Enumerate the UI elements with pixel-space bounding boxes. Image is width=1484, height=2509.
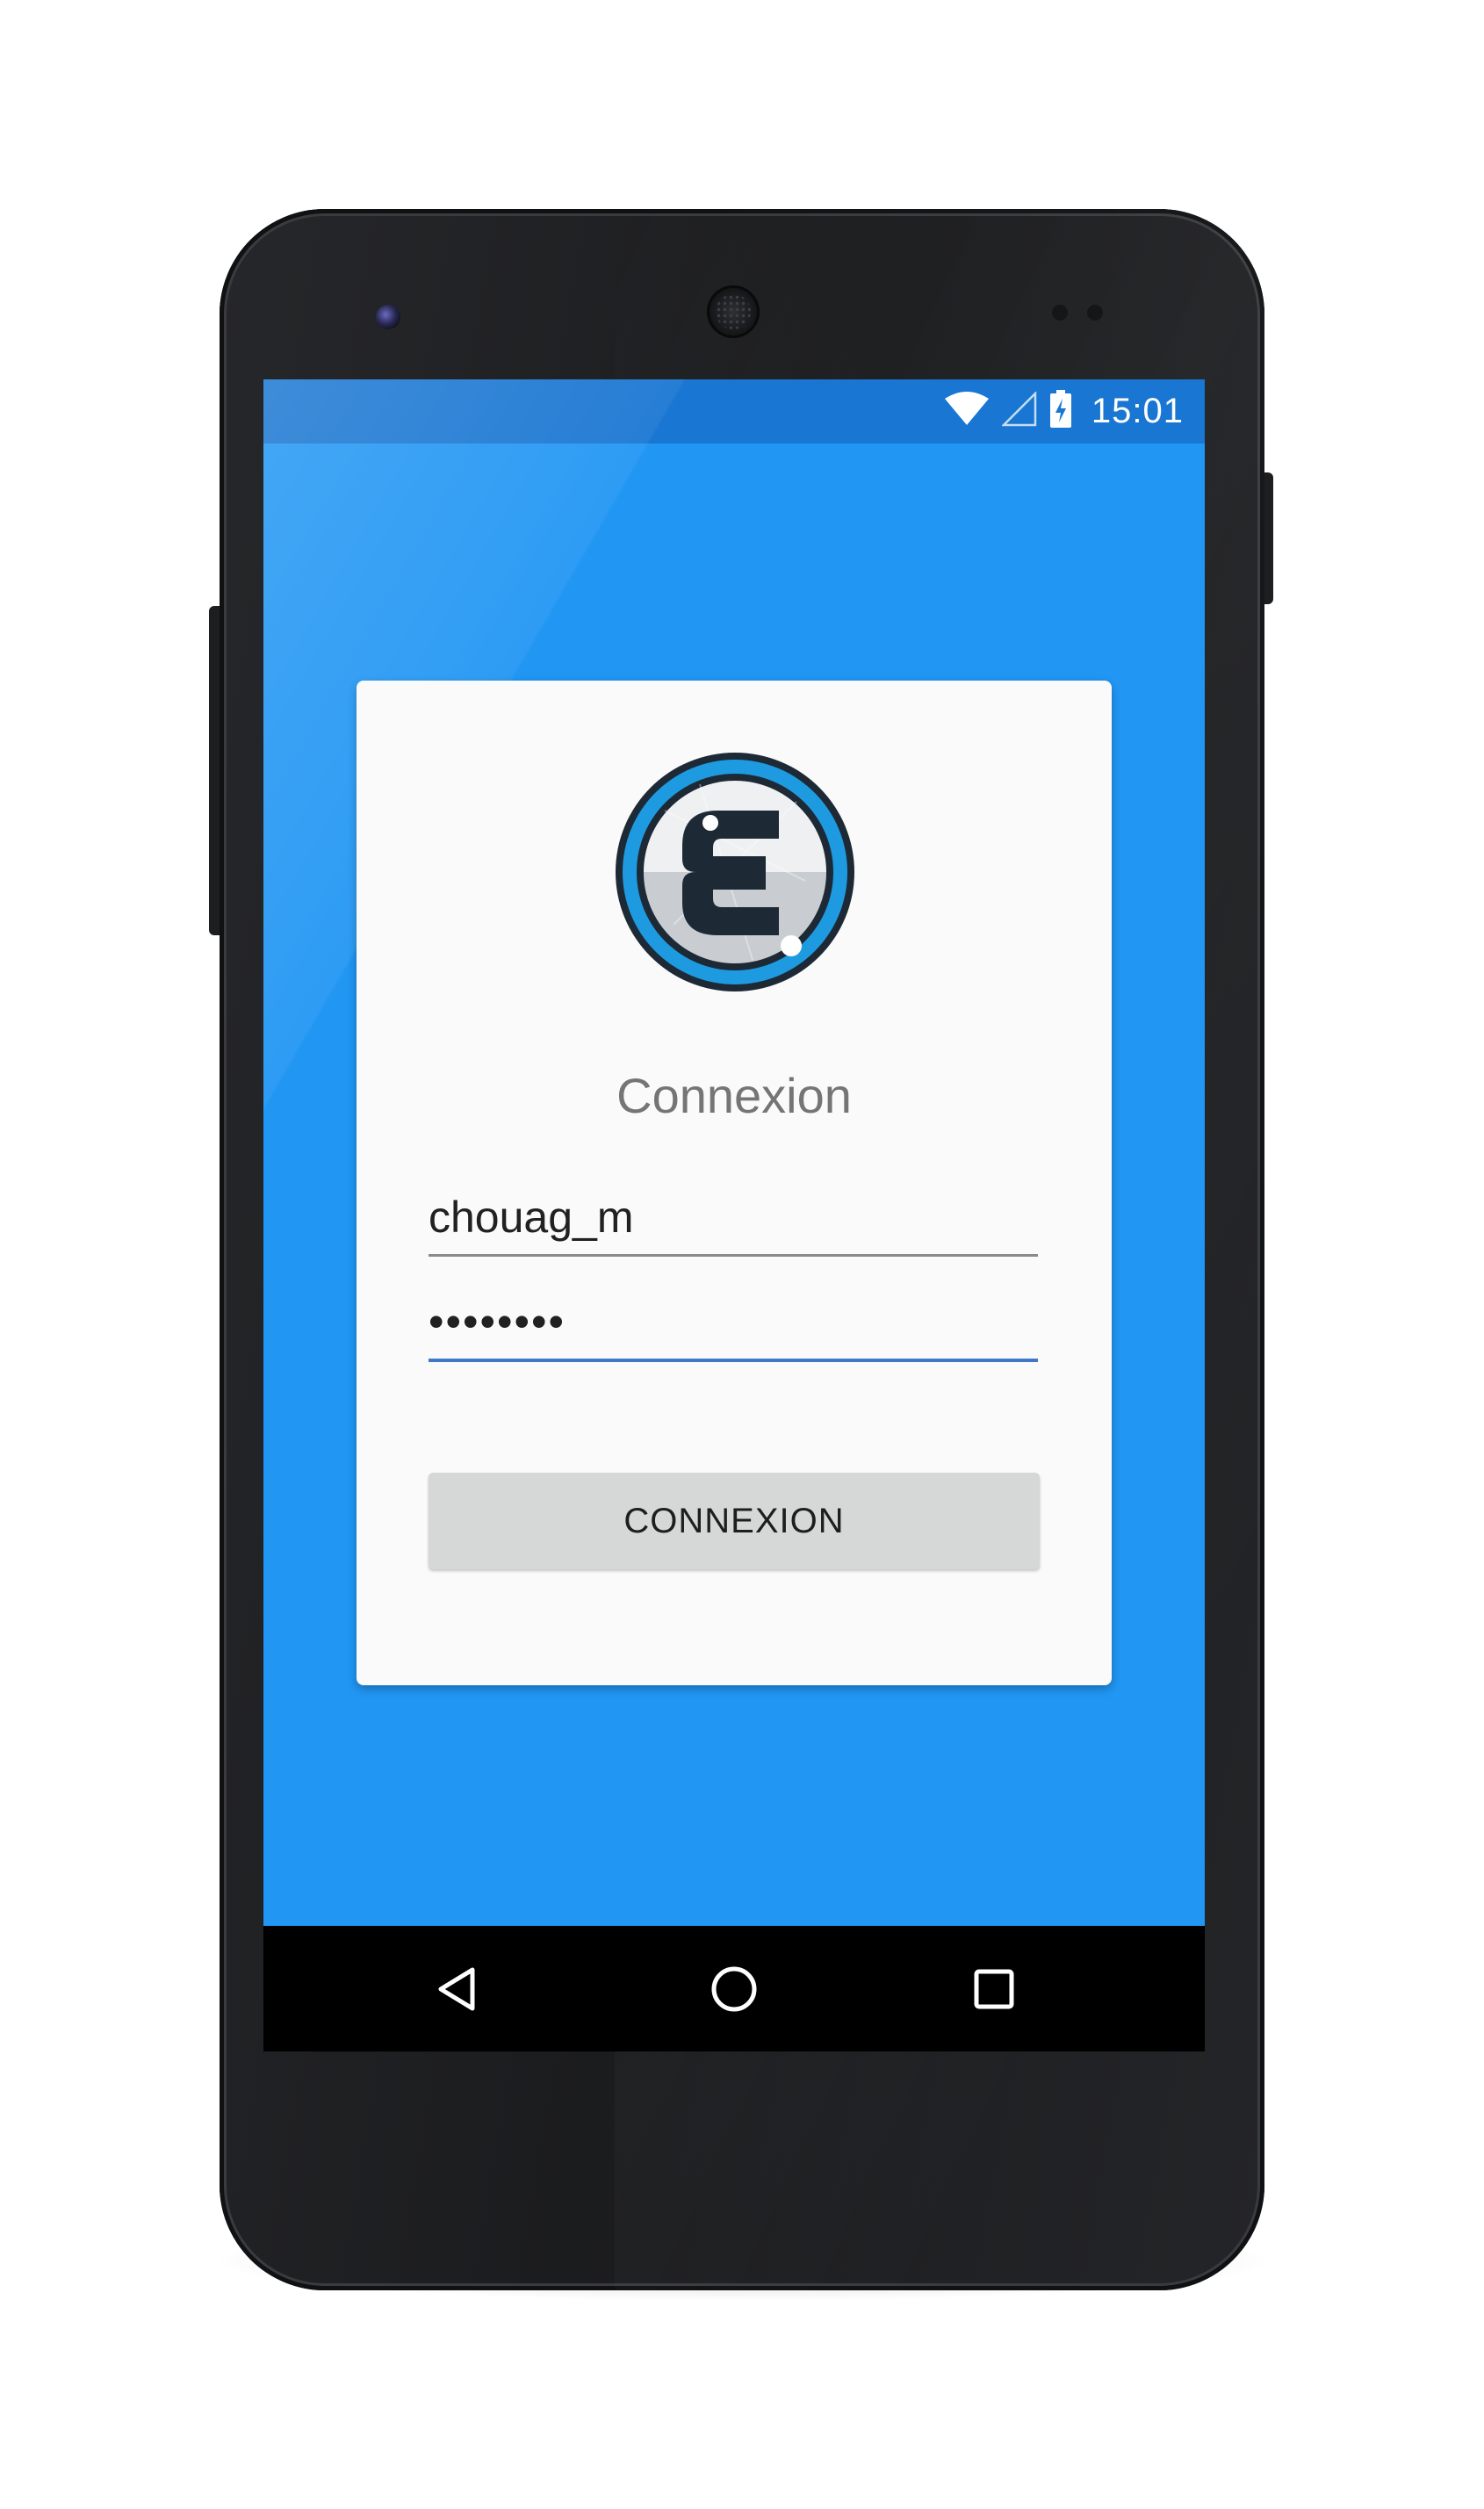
cell-signal-icon [1000, 390, 1037, 431]
front-camera [376, 305, 400, 329]
wifi-icon [944, 392, 990, 431]
login-card: Connexion CONNEXION [357, 681, 1112, 1685]
login-title: Connexion [616, 1068, 852, 1123]
password-field[interactable] [429, 1285, 1038, 1362]
light-sensor [1087, 305, 1103, 321]
device-mockup: 15:01 Connexion chouag_m •••••••• CONNEX… [0, 0, 1484, 2509]
proximity-sensor [1052, 305, 1068, 321]
earpiece-grille [716, 294, 751, 329]
back-icon[interactable] [425, 1957, 488, 2021]
username-field[interactable] [429, 1179, 1038, 1257]
e-logo-icon [612, 749, 858, 995]
login-button[interactable]: CONNEXION [429, 1473, 1040, 1569]
status-icons: 15:01 [944, 379, 1184, 443]
navigation-bar [263, 1926, 1205, 2051]
phone-screen: 15:01 Connexion chouag_m •••••••• CONNEX… [263, 379, 1205, 2051]
status-bar: 15:01 [263, 379, 1205, 443]
home-icon[interactable] [702, 1957, 766, 2021]
battery-charging-icon [1049, 390, 1072, 433]
status-time: 15:01 [1091, 392, 1184, 430]
recents-icon[interactable] [962, 1957, 1026, 2021]
